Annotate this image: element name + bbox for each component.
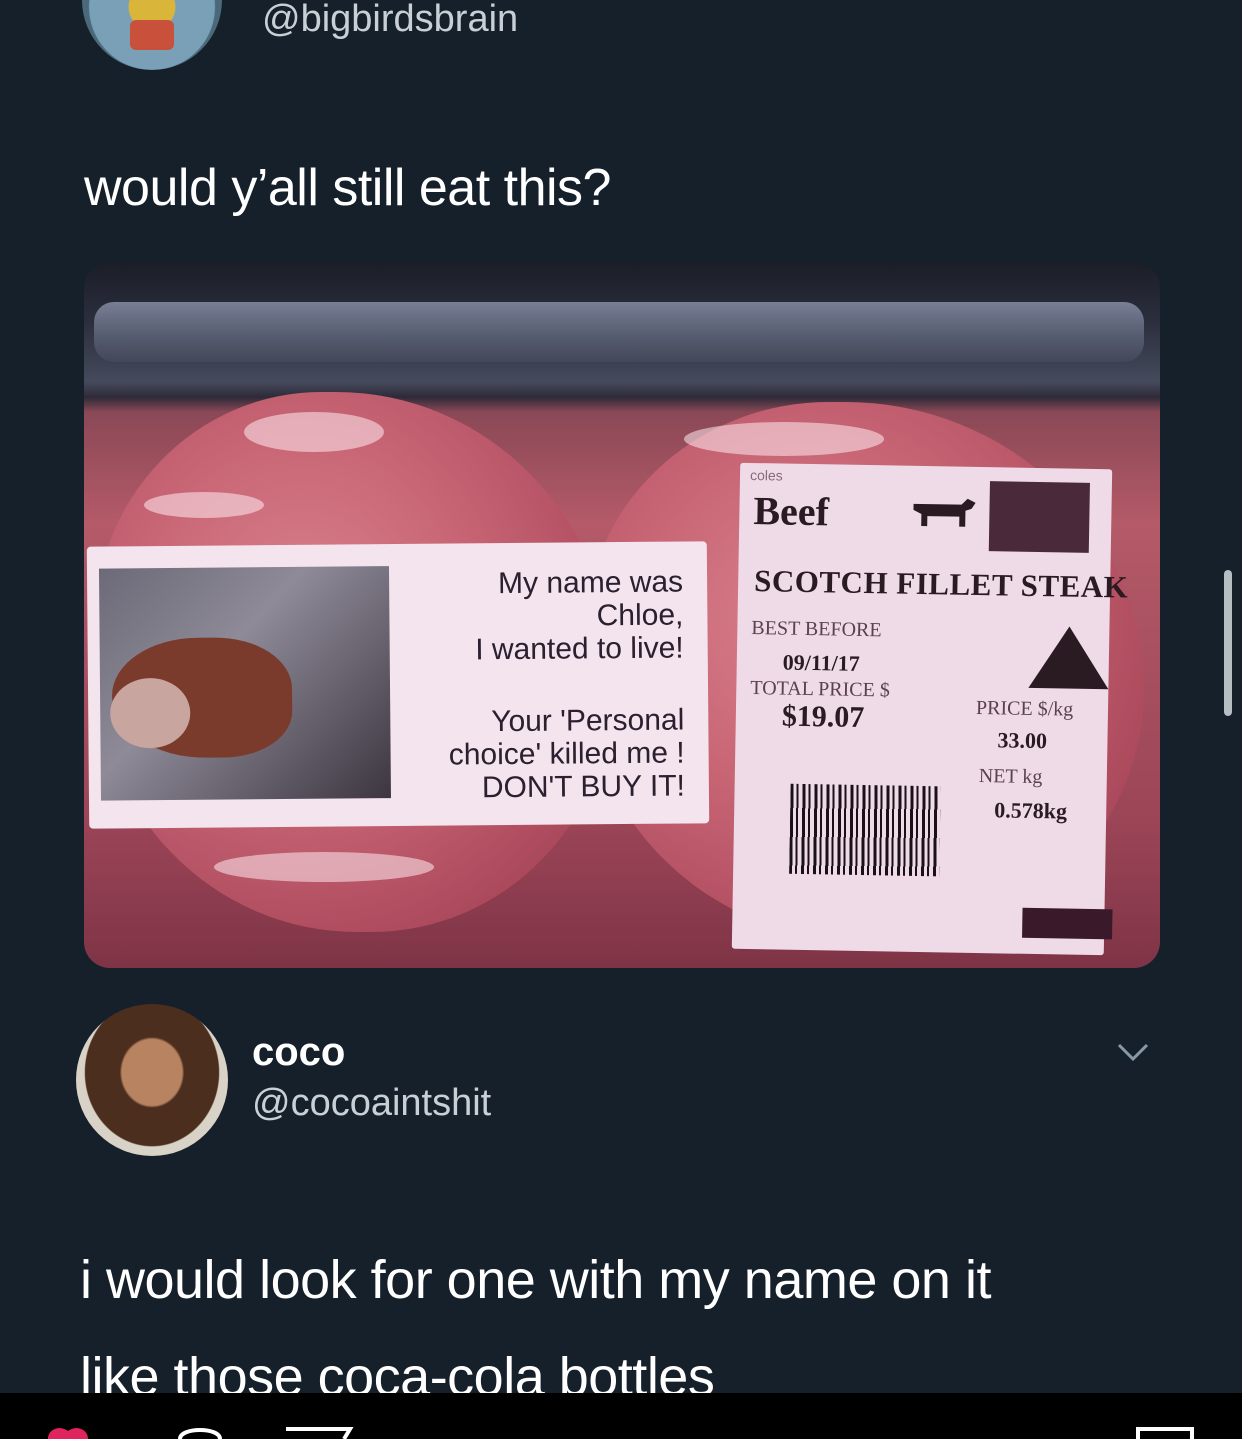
product-name: SCOTCH FILLET STEAK: [753, 563, 1129, 605]
bottom-action-bar: [0, 1393, 1242, 1439]
best-before-label: BEST BEFORE: [751, 617, 882, 642]
store-price-label: coles Beef SCOTCH FILLET STEAK BEST BEFO…: [731, 462, 1129, 956]
fat-marbling: [244, 412, 384, 452]
tweet-photo[interactable]: My name was Chloe, I wanted to live! You…: [84, 262, 1160, 968]
reply-avatar[interactable]: [76, 1004, 228, 1156]
fat-marbling: [144, 492, 264, 518]
total-price-label: TOTAL PRICE $: [750, 677, 891, 702]
barcode: [789, 783, 941, 877]
cow-photo: [98, 566, 391, 801]
original-tweet-text: would y’all still eat this?: [84, 159, 611, 217]
comment-icon[interactable]: [176, 1425, 224, 1439]
original-handle[interactable]: @bigbirdsbrain: [262, 0, 518, 41]
fat-marbling: [214, 852, 434, 882]
brand-name: coles: [749, 466, 783, 484]
kangaroo-triangle-icon: [1028, 625, 1110, 690]
net-kg-value: 0.578kg: [994, 797, 1068, 824]
chevron-down-icon[interactable]: [1116, 1040, 1150, 1064]
original-avatar[interactable]: [82, 0, 222, 70]
total-price-value: $19.07: [781, 699, 865, 734]
net-kg-label: NET kg: [978, 765, 1043, 789]
tray-reflection: [94, 302, 1144, 362]
protest-sticker: My name was Chloe, I wanted to live! You…: [86, 541, 710, 829]
price-per-kg-value: 33.00: [997, 727, 1048, 754]
share-icon[interactable]: [284, 1425, 354, 1439]
cow-icon: [913, 498, 976, 527]
sticker-text-bottom: Your 'Personal choice' killed me ! DON'T…: [448, 703, 686, 805]
reply-display-name[interactable]: coco: [252, 1030, 345, 1075]
price-per-kg-label: PRICE $/kg: [975, 696, 1074, 721]
sticker-text-top: My name was Chloe, I wanted to live!: [475, 565, 684, 667]
bookmark-icon[interactable]: [1134, 1425, 1196, 1439]
australian-badge: [988, 481, 1090, 553]
label-footer-strip: [1022, 907, 1113, 940]
category-label: Beef: [753, 488, 830, 535]
reply-text-line: i would look for one with my name on it: [80, 1250, 991, 1310]
cow-nose: [109, 677, 191, 749]
best-before-value: 09/11/17: [782, 649, 861, 676]
scrollbar[interactable]: [1224, 570, 1232, 716]
fat-marbling: [684, 422, 884, 456]
heart-icon[interactable]: [44, 1425, 110, 1439]
reply-handle[interactable]: @cocoaintshit: [252, 1082, 491, 1125]
